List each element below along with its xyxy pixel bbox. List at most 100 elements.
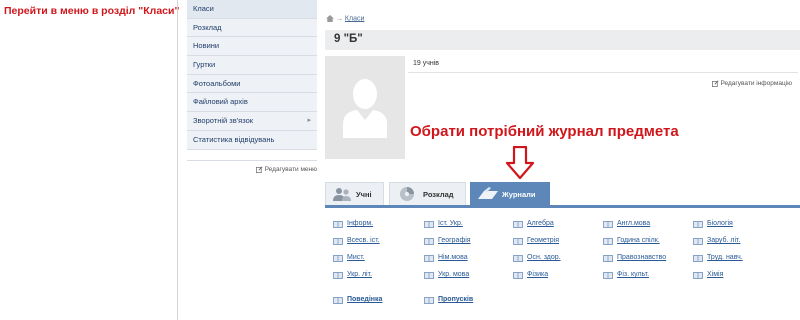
sidebar-menu: Класи Розклад Новини Гуртки Фотоальбоми …: [187, 0, 317, 150]
book-icon: [333, 238, 343, 245]
tab-schedule[interactable]: Розклад: [389, 182, 466, 205]
book-icon: [693, 238, 703, 245]
subject-journal-link[interactable]: Хімія: [693, 271, 773, 281]
subject-journal-link[interactable]: Заруб. літ.: [693, 237, 773, 247]
subject-name: Труд. навч.: [707, 254, 743, 261]
book-icon: [513, 255, 523, 262]
subject-journal-link[interactable]: Укр. мова: [424, 271, 504, 281]
subject-journal-link[interactable]: Біологія: [693, 220, 773, 230]
book-icon: [603, 272, 613, 279]
subject-name: Фізика: [527, 271, 549, 278]
subject-name: Хімія: [707, 271, 724, 278]
disc-icon: [400, 187, 414, 201]
edit-menu-link[interactable]: Редагувати меню: [187, 160, 317, 176]
sidebar-item-label: Зворотній зв'язок: [193, 116, 254, 126]
subject-name: Фіз. культ.: [617, 271, 650, 278]
sidebar-item-label: Файловий архів: [193, 97, 248, 107]
subject-name: Осн. здор.: [527, 254, 561, 261]
book-icon: [333, 221, 343, 228]
home-icon[interactable]: [326, 15, 334, 22]
tab-label: Розклад: [423, 190, 454, 199]
book-icon: [513, 238, 523, 245]
sidebar-item-clubs[interactable]: Гуртки: [187, 56, 317, 75]
tab-journals[interactable]: Журнали: [470, 182, 550, 205]
behavior-journal-link[interactable]: Поведінка: [333, 296, 413, 306]
tab-students[interactable]: Учні: [325, 182, 384, 205]
subject-journal-link[interactable]: Всесв. іст.: [333, 237, 413, 247]
students-count: 19 учнів: [413, 60, 440, 67]
subject-journal-link[interactable]: Фіз. культ.: [603, 271, 683, 281]
subject-name: Геометрія: [527, 237, 560, 244]
subject-name: Укр. мова: [438, 271, 470, 278]
class-tabs: Учні Розклад Журнали: [325, 182, 800, 208]
page-title-bar: 9 "Б": [325, 30, 800, 50]
subject-name: Нім.мова: [438, 254, 468, 261]
book-icon: [603, 238, 613, 245]
sidebar-item-feedback[interactable]: Зворотній зв'язок ▸: [187, 112, 317, 131]
subject-name: Правознавство: [617, 254, 667, 261]
class-avatar: [325, 56, 405, 159]
subject-journal-link[interactable]: Фізика: [513, 271, 593, 281]
breadcrumb-arrow: →: [335, 15, 343, 23]
absences-journal-link[interactable]: Пропусків: [424, 296, 504, 306]
book-icon: [513, 221, 523, 228]
subject-name: Географія: [438, 237, 471, 244]
book-icon: [513, 272, 523, 279]
journal-name: Пропусків: [438, 296, 474, 303]
book-icon: [693, 221, 703, 228]
edit-icon: [255, 166, 263, 173]
sidebar-item-label: Новини: [193, 41, 220, 51]
subject-name: Англ.мова: [617, 220, 651, 227]
subject-journal-link[interactable]: Година спілк.: [603, 237, 683, 247]
subject-name: Мист.: [347, 254, 365, 261]
book-icon: [603, 221, 613, 228]
sidebar-item-statistics[interactable]: Статистика відвідувань: [187, 130, 317, 150]
subject-name: Алгебра: [527, 220, 554, 227]
subject-journal-link[interactable]: Нім.мова: [424, 254, 504, 264]
subject-journal-link[interactable]: Англ.мова: [603, 220, 683, 230]
subject-journal-link[interactable]: Правознавство: [603, 254, 683, 264]
subject-journal-link[interactable]: Осн. здор.: [513, 254, 593, 264]
subject-journal-link[interactable]: Географія: [424, 237, 504, 247]
sidebar-item-schedule[interactable]: Розклад: [187, 18, 317, 38]
sidebar-item-label: Розклад: [193, 22, 222, 32]
sidebar-item-label: Класи: [193, 4, 214, 13]
breadcrumb: → Класи: [326, 15, 364, 22]
tab-label: Журнали: [502, 190, 536, 199]
book-icon: [333, 297, 343, 304]
sidebar-item-news[interactable]: Новини: [187, 37, 317, 57]
subject-name: Інформ.: [347, 220, 374, 227]
breadcrumb-classes-link[interactable]: Класи: [345, 15, 364, 22]
edit-info-label: Редагувати інформацію: [720, 80, 792, 88]
tab-label: Учні: [356, 190, 372, 199]
subject-journal-link[interactable]: Мист.: [333, 254, 413, 264]
book-icon: [424, 238, 434, 245]
book-icon: [424, 221, 434, 228]
book-icon: [424, 255, 434, 262]
subject-journal-link[interactable]: Алгебра: [513, 220, 593, 230]
subject-name: Біологія: [707, 220, 733, 227]
book-icon: [693, 255, 703, 262]
sidebar-item-classes[interactable]: Класи: [187, 0, 317, 19]
book-icon: [693, 272, 703, 279]
subject-name: Всесв. іст.: [347, 237, 380, 244]
info-divider: [408, 72, 798, 73]
subject-journal-link[interactable]: Іст. Укр.: [424, 220, 504, 230]
instruction-step-1: Перейти в меню в розділ "Класи": [4, 5, 180, 17]
page-title: 9 "Б": [334, 33, 363, 45]
edit-info-link[interactable]: Редагувати інформацію: [711, 80, 792, 88]
person-placeholder-icon: [343, 79, 387, 138]
edit-icon: [711, 80, 719, 87]
subject-name: Укр. літ.: [347, 271, 372, 278]
subject-journal-link[interactable]: Інформ.: [333, 220, 413, 230]
subject-journal-link[interactable]: Труд. навч.: [693, 254, 773, 264]
book-icon: [603, 255, 613, 262]
sidebar-item-file-archive[interactable]: Файловий архів: [187, 93, 317, 113]
subject-journal-link[interactable]: Геометрія: [513, 237, 593, 247]
instruction-step-2: Обрати потрібний журнал предмета: [410, 123, 679, 140]
vertical-divider: [177, 0, 178, 320]
sidebar-item-photo-albums[interactable]: Фотоальбоми: [187, 74, 317, 94]
sidebar-item-label: Фотоальбоми: [193, 78, 241, 88]
book-icon: [424, 297, 434, 304]
subject-journal-link[interactable]: Укр. літ.: [333, 271, 413, 281]
